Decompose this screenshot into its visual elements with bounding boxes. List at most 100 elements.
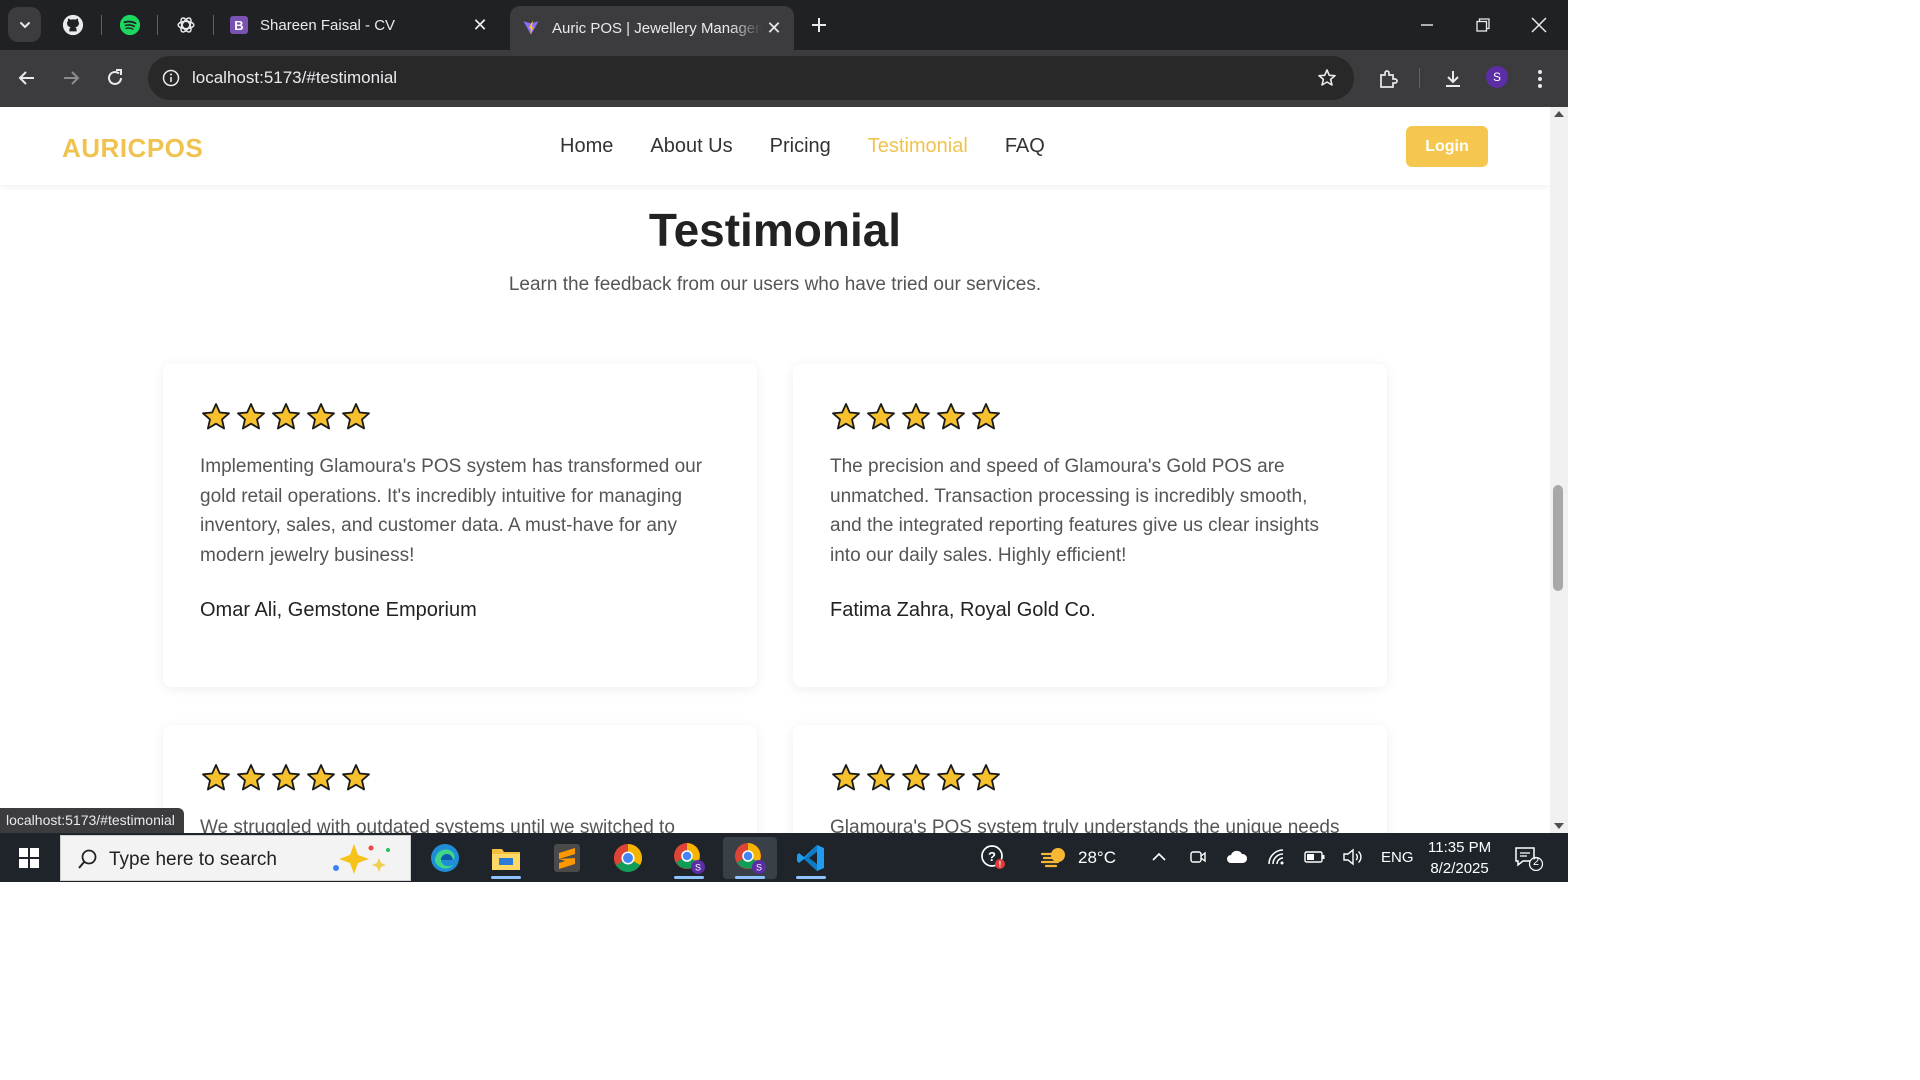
scroll-down-arrow-icon[interactable] — [1554, 823, 1564, 829]
brand-logo[interactable]: AURICPOS — [62, 133, 203, 164]
taskbar-search[interactable]: Type here to search — [60, 835, 411, 881]
weather-sun-icon — [1040, 848, 1065, 868]
address-bar[interactable]: localhost:5173/#testimonial — [148, 56, 1354, 100]
star-icon — [271, 763, 301, 793]
star-icon — [936, 402, 966, 432]
star-icon — [306, 763, 336, 793]
reload-button[interactable] — [100, 63, 130, 93]
nav-link-about[interactable]: About Us — [650, 135, 732, 158]
chevron-down-icon — [19, 21, 30, 28]
svg-text:S: S — [695, 863, 701, 873]
minimize-button[interactable] — [1407, 8, 1447, 42]
nav-link-faq[interactable]: FAQ — [1005, 135, 1045, 158]
notification-center-button[interactable]: 2 — [1514, 845, 1544, 872]
camera-icon — [1190, 851, 1206, 863]
close-window-button[interactable] — [1519, 8, 1559, 42]
taskbar-app-chrome-profile[interactable]: S — [662, 837, 716, 879]
star-icon — [201, 402, 231, 432]
help-alert-icon: ?! — [981, 845, 1005, 869]
bookmark-star-icon[interactable] — [1316, 67, 1338, 89]
restore-button[interactable] — [1463, 8, 1503, 42]
star-icon — [971, 763, 1001, 793]
tray-network[interactable] — [1266, 846, 1288, 868]
tray-help[interactable]: ?! — [980, 844, 1006, 870]
link-status-bubble: localhost:5173/#testimonial — [0, 808, 184, 833]
chrome-profile-icon: S — [674, 843, 705, 874]
tab-search-button[interactable] — [8, 7, 41, 42]
nav-link-testimonial[interactable]: Testimonial — [868, 135, 968, 158]
taskbar-app-sublime[interactable] — [540, 837, 594, 879]
star-icon — [971, 402, 1001, 432]
page-scrollbar[interactable] — [1550, 107, 1568, 833]
clock-time: 11:35 PM — [1428, 839, 1492, 856]
testimonial-card: We struggled with outdated systems until… — [163, 725, 757, 833]
tab-title: Auric POS | Jewellery Manageme — [552, 19, 762, 37]
star-rating — [831, 763, 1006, 793]
clock-date: 8/2/2025 — [1430, 860, 1489, 877]
tray-overflow-button[interactable] — [1148, 846, 1170, 868]
star-icon — [271, 402, 301, 432]
pinned-tab-github[interactable] — [58, 10, 88, 40]
testimonial-quote: The precision and speed of Glamoura's Go… — [830, 456, 1320, 566]
bootstrap-icon: B — [230, 16, 248, 34]
spotify-icon — [119, 14, 141, 36]
start-button[interactable] — [10, 842, 48, 874]
taskbar-app-edge[interactable] — [418, 837, 472, 879]
star-rating — [831, 402, 1006, 432]
browser-menu-button[interactable] — [1525, 64, 1555, 94]
tray-onedrive[interactable] — [1225, 846, 1249, 868]
taskbar-app-file-explorer[interactable] — [479, 837, 533, 879]
profile-avatar[interactable]: S — [1486, 66, 1508, 88]
tray-battery[interactable] — [1304, 846, 1326, 868]
weather-widget[interactable] — [1040, 844, 1070, 870]
nav-link-pricing[interactable]: Pricing — [770, 135, 831, 158]
new-tab-button[interactable] — [806, 12, 832, 38]
login-button[interactable]: Login — [1406, 126, 1488, 167]
speaker-icon — [1343, 848, 1362, 866]
scroll-thumb[interactable] — [1553, 485, 1563, 591]
pinned-tab-spotify[interactable] — [115, 10, 145, 40]
nav-link-home[interactable]: Home — [560, 135, 613, 158]
close-icon[interactable]: ✕ — [468, 13, 492, 37]
close-icon — [1531, 17, 1547, 33]
browser-tab-cv[interactable]: B Shareen Faisal - CV ✕ — [218, 8, 500, 42]
tray-volume[interactable] — [1342, 846, 1364, 868]
star-icon — [306, 402, 336, 432]
taskbar-app-chrome[interactable] — [601, 837, 655, 879]
browser-toolbar: localhost:5173/#testimonial — [0, 50, 1568, 107]
testimonial-quote: Glamoura's POS system truly understands … — [830, 817, 1340, 833]
star-icon — [201, 763, 231, 793]
puzzle-icon — [1380, 70, 1398, 88]
star-icon — [236, 402, 266, 432]
extensions-button[interactable] — [1373, 64, 1403, 94]
scroll-up-arrow-icon[interactable] — [1554, 111, 1564, 117]
input-language[interactable]: ENG — [1381, 849, 1414, 866]
taskbar-app-vscode[interactable] — [784, 837, 838, 879]
browser-tab-bar: B Shareen Faisal - CV ✕ Auric POS | Jewe… — [0, 0, 1568, 50]
site-navbar: AURICPOS Home About Us Pricing Testimoni… — [0, 107, 1550, 185]
windows-taskbar: Type here to search S S ?! 28°C ENG 11:3… — [0, 833, 1568, 882]
forward-button[interactable] — [56, 63, 86, 93]
taskbar-app-chrome-active[interactable]: S — [723, 837, 777, 879]
back-button[interactable] — [12, 63, 42, 93]
testimonial-card: The precision and speed of Glamoura's Go… — [793, 364, 1387, 687]
more-vertical-icon — [1538, 70, 1542, 88]
edge-icon — [431, 844, 459, 872]
browser-tab-auric[interactable]: Auric POS | Jewellery Manageme ✕ — [510, 6, 794, 50]
close-icon[interactable]: ✕ — [762, 16, 786, 40]
url-text[interactable]: localhost:5173/#testimonial — [192, 68, 397, 88]
testimonial-author: Omar Ali, Gemstone Emporium — [200, 599, 477, 621]
info-icon[interactable] — [160, 67, 182, 89]
star-icon — [831, 763, 861, 793]
chatgpt-icon — [177, 17, 195, 33]
pinned-tab-chatgpt[interactable] — [171, 10, 201, 40]
vscode-icon — [797, 845, 824, 871]
downloads-button[interactable] — [1438, 64, 1468, 94]
tray-meet[interactable] — [1187, 846, 1209, 868]
weather-temperature[interactable]: 28°C — [1078, 848, 1116, 868]
taskbar-clock[interactable]: 11:35 PM 8/2/2025 — [1428, 837, 1491, 879]
download-icon — [1446, 71, 1460, 87]
svg-text:!: ! — [999, 860, 1002, 869]
chrome-icon — [614, 844, 642, 872]
star-icon — [341, 763, 371, 793]
